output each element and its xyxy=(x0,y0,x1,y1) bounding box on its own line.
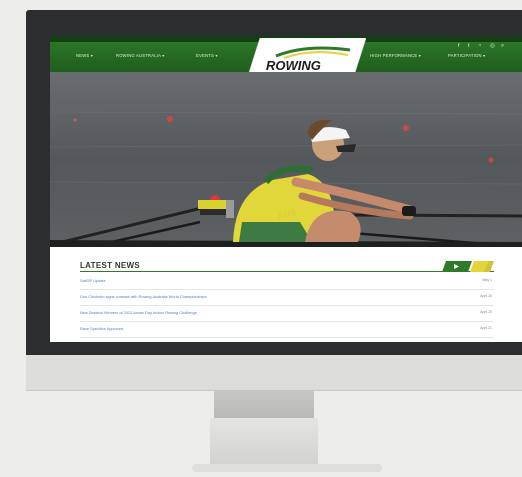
nav-item-participation[interactable]: PARTICIPATION ▾ xyxy=(448,53,485,58)
monitor-stand-neck xyxy=(214,390,314,418)
news-item-title[interactable]: Gus Chisholm signs contract with Rowing … xyxy=(80,294,207,299)
search-icon[interactable]: ⌕ xyxy=(501,43,504,50)
news-item-date: April 26 xyxy=(480,294,492,298)
rss-icon[interactable]: ◔ xyxy=(478,43,481,49)
instagram-icon[interactable]: ◎ xyxy=(490,43,495,49)
buoy-icon xyxy=(488,157,494,163)
website-screen: NEWS ▾ ROWING AUSTRALIA ▾ EVENTS ▾ HIGH … xyxy=(50,36,522,342)
news-list-item[interactable]: SailGP Update May 1 xyxy=(80,275,494,290)
nav-item-events[interactable]: EVENTS ▾ xyxy=(196,53,218,58)
nav-item-label: ROWING AUSTRALIA xyxy=(116,53,161,58)
news-item-title[interactable]: New Zealand Winners of 2022 Anzac Day In… xyxy=(80,310,197,315)
nav-item-label: NEWS xyxy=(76,53,90,58)
news-item-date: May 1 xyxy=(482,278,492,282)
facebook-icon[interactable]: f xyxy=(458,43,460,49)
news-list-item[interactable]: New Zealand Winners of 2022 Anzac Day In… xyxy=(80,307,494,322)
news-item-date: April 21 xyxy=(480,326,492,330)
latest-news-heading: LATEST NEWS xyxy=(80,261,141,270)
monitor-stand-foot xyxy=(192,464,382,472)
news-list-item[interactable]: Race Specifics Approved April 21 xyxy=(80,323,494,338)
news-item-date: April 25 xyxy=(480,310,492,314)
monitor-stand-base xyxy=(210,418,318,466)
nav-item-label: PARTICIPATION xyxy=(448,53,482,58)
nav-item-high-performance[interactable]: HIGH PERFORMANCE ▾ xyxy=(370,53,421,58)
twitter-icon[interactable]: t xyxy=(468,43,470,49)
nav-item-label: EVENTS xyxy=(196,53,214,58)
news-next-arrow-icon[interactable] xyxy=(442,261,494,272)
latest-news-section: LATEST NEWS SailGP Update May 1 Gus Chis… xyxy=(50,247,522,342)
logo-text: ROWING xyxy=(266,58,321,73)
monitor-chin xyxy=(26,355,522,391)
nav-item-label: HIGH PERFORMANCE xyxy=(370,53,418,58)
news-item-title[interactable]: SailGP Update xyxy=(80,278,106,283)
buoy-icon xyxy=(403,125,409,131)
news-list-item[interactable]: Gus Chisholm signs contract with Rowing … xyxy=(80,291,494,306)
buoy-icon xyxy=(167,116,173,122)
desktop-monitor: NEWS ▾ ROWING AUSTRALIA ▾ EVENTS ▾ HIGH … xyxy=(26,10,522,391)
nav-item-rowing-australia[interactable]: ROWING AUSTRALIA ▾ xyxy=(116,53,165,58)
latest-news-divider xyxy=(80,271,494,272)
nav-item-news[interactable]: NEWS ▾ xyxy=(76,53,93,58)
news-item-title[interactable]: Race Specifics Approved xyxy=(80,326,123,331)
hero-image-rower: AUS xyxy=(50,72,522,247)
